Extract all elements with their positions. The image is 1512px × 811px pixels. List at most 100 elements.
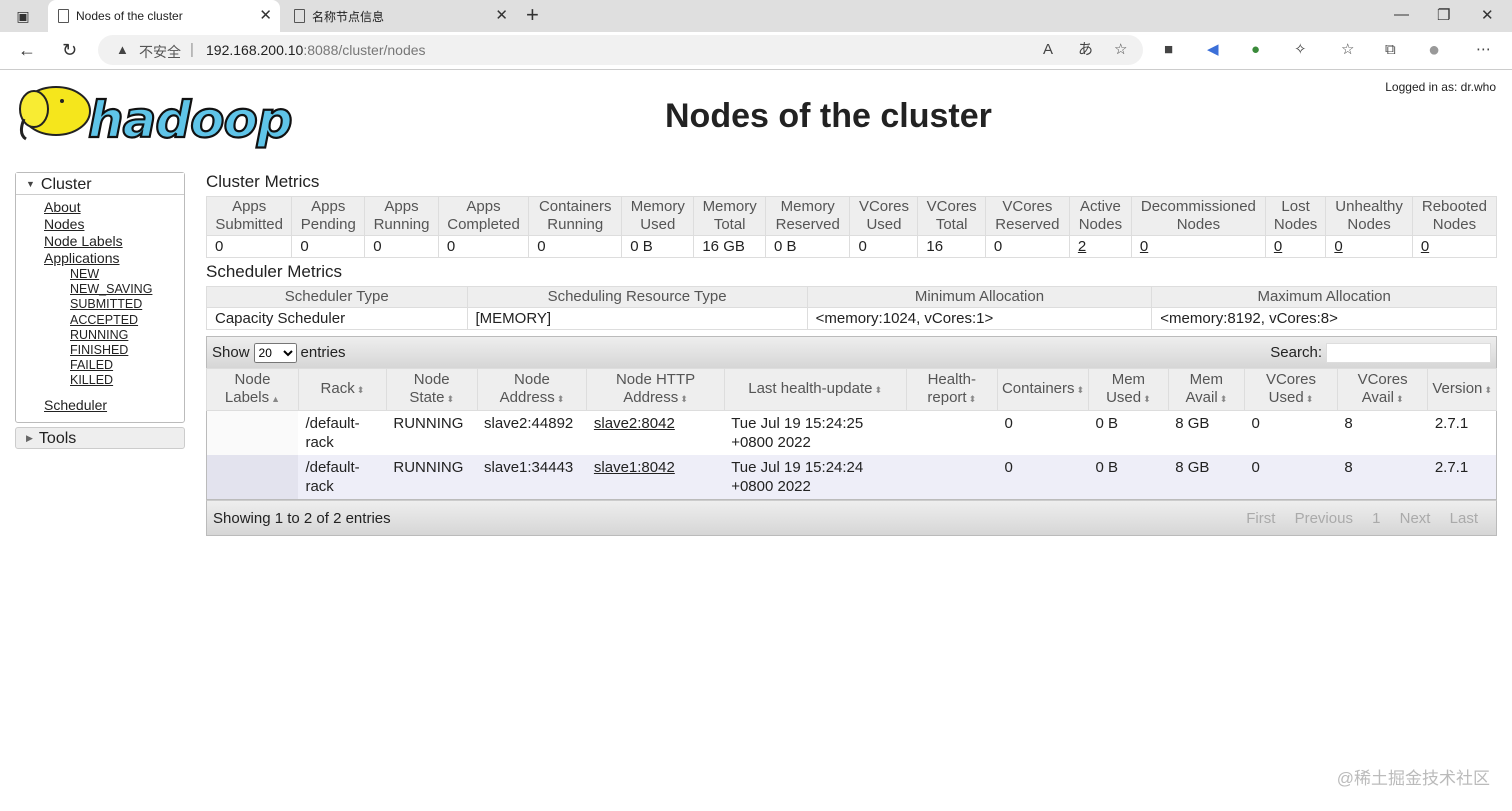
security-label[interactable]: 不安全	[139, 42, 181, 62]
collections-icon[interactable]: ⧉	[1385, 40, 1396, 60]
cluster-panel: ▼ Cluster About Nodes Node Labels Applica…	[15, 172, 185, 423]
cell-state: RUNNING	[386, 410, 478, 455]
app-state-new-saving[interactable]: NEW_SAVING	[70, 282, 184, 297]
audio-extension-icon[interactable]: ◀	[1207, 40, 1219, 60]
nodes-column-header[interactable]: Node State ⬍	[385, 368, 478, 411]
nodes-column-header[interactable]: Mem Used ⬍	[1088, 368, 1169, 411]
url-host: 192.168.200.10	[206, 42, 304, 58]
pager-previous[interactable]: Previous	[1295, 510, 1353, 527]
warning-icon[interactable]: ▲	[116, 42, 129, 57]
extension-icon[interactable]: ■	[1164, 40, 1173, 60]
cluster-metric-value: 0	[984, 235, 1070, 258]
nodes-column-header[interactable]: VCores Avail ⬍	[1336, 368, 1429, 411]
profile-avatar[interactable]: ●	[1428, 40, 1440, 60]
pager-first[interactable]: First	[1246, 510, 1275, 527]
extensions-icon[interactable]: ✧	[1294, 40, 1307, 60]
search-input[interactable]	[1326, 343, 1491, 363]
nodes-column-header[interactable]: Rack ⬍	[297, 368, 387, 411]
cluster-metric-header: VCores Total	[917, 196, 986, 236]
sidebar-link-about[interactable]: About	[44, 199, 184, 216]
cell-rack: /default-rack	[298, 455, 387, 500]
sidebar-link-node-labels[interactable]: Node Labels	[44, 233, 184, 250]
cluster-metric-link[interactable]: 0	[1421, 238, 1429, 255]
nodes-column-header[interactable]: VCores Used ⬍	[1244, 368, 1338, 411]
cluster-metric-header: Decommissioned Nodes	[1130, 196, 1266, 236]
sidebar-link-applications[interactable]: Applications	[44, 250, 184, 267]
node-http-link[interactable]: slave2:8042	[594, 415, 675, 432]
cell-vcores-used: 0	[1244, 455, 1338, 500]
read-aloud-icon[interactable]: A	[1043, 40, 1053, 60]
cluster-metric-value: 0	[364, 235, 439, 258]
translate-icon[interactable]: あ	[1078, 40, 1093, 60]
refresh-icon[interactable]: ↻	[62, 40, 77, 60]
more-menu-icon[interactable]: ⋯	[1476, 40, 1491, 60]
cell-mem-avail: 8 GB	[1168, 455, 1245, 500]
close-tab-icon[interactable]: ✕	[259, 8, 272, 23]
app-states-list: NEW NEW_SAVING SUBMITTED ACCEPTED RUNNIN…	[44, 267, 184, 389]
cluster-metric-link[interactable]: 0	[1140, 238, 1148, 255]
tab-actions-icon[interactable]: ▣	[14, 7, 32, 25]
nodes-column-header[interactable]: Containers ⬍	[996, 368, 1090, 411]
app-state-failed[interactable]: FAILED	[70, 358, 184, 373]
scheduler-metrics-table: Scheduler Type Scheduling Resource Type Mi…	[206, 286, 1497, 330]
expanded-triangle-icon: ▼	[26, 179, 35, 189]
close-tab-icon[interactable]: ✕	[495, 8, 508, 23]
table-controls-top: Show 20 entries Search:	[206, 336, 1497, 368]
globe-extension-icon[interactable]: ●	[1251, 40, 1260, 60]
app-state-running[interactable]: RUNNING	[70, 328, 184, 343]
page-size-select[interactable]: 20	[253, 342, 297, 363]
app-state-finished[interactable]: FINISHED	[70, 343, 184, 358]
cell-mem-used: 0 B	[1088, 410, 1169, 455]
add-favorite-icon[interactable]: ☆	[1114, 40, 1127, 60]
nodes-column-header[interactable]: Health-report ⬍	[905, 368, 998, 411]
nodes-column-header[interactable]: Node Labels ▲	[206, 368, 299, 411]
back-icon[interactable]: ←	[18, 40, 36, 60]
pager-next[interactable]: Next	[1400, 510, 1431, 527]
scheduler-metric-value: Capacity Scheduler	[206, 307, 468, 330]
collapsed-triangle-icon: ▶	[26, 432, 33, 443]
tools-panel-header[interactable]: ▶ Tools	[15, 426, 185, 449]
nodes-column-header[interactable]: Mem Avail ⬍	[1167, 368, 1246, 411]
favorites-icon[interactable]: ☆	[1341, 40, 1354, 60]
sidebar-link-scheduler[interactable]: Scheduler	[44, 397, 184, 414]
cluster-metric-link[interactable]: 2	[1078, 238, 1086, 255]
cell-state: RUNNING	[386, 455, 478, 500]
cluster-metric-value: 0	[1264, 235, 1327, 258]
scheduler-metric-value: [MEMORY]	[466, 307, 808, 330]
column-label: Node Address	[499, 371, 555, 406]
sidebar-link-nodes[interactable]: Nodes	[44, 216, 184, 233]
app-state-accepted[interactable]: ACCEPTED	[70, 313, 184, 328]
nodes-column-header[interactable]: Node Address ⬍	[476, 368, 588, 411]
minimize-icon[interactable]: —	[1394, 6, 1409, 23]
restore-icon[interactable]: ❐	[1437, 6, 1450, 24]
cell-containers: 0	[997, 455, 1089, 500]
cell-vcores-used: 0	[1244, 410, 1338, 455]
nodes-column-header[interactable]: Last health-update ⬍	[723, 368, 907, 411]
cluster-metric-value: 0	[1325, 235, 1413, 258]
close-window-icon[interactable]: ✕	[1481, 6, 1494, 24]
cell-mem-avail: 8 GB	[1168, 410, 1245, 455]
cluster-metric-value: 0	[437, 235, 530, 258]
app-state-new[interactable]: NEW	[70, 267, 184, 282]
cluster-panel-header[interactable]: ▼ Cluster	[16, 173, 184, 195]
nodes-column-header[interactable]: Node HTTP Address ⬍	[586, 368, 725, 411]
tab-namenode-info[interactable]: 名称节点信息 ✕	[284, 0, 516, 32]
cluster-metric-header: Rebooted Nodes	[1411, 196, 1498, 236]
app-state-submitted[interactable]: SUBMITTED	[70, 297, 184, 312]
cluster-metric-header: Memory Used	[621, 196, 695, 236]
scheduler-metric-header: Scheduler Type	[206, 286, 468, 308]
cluster-metric-link[interactable]: 0	[1334, 238, 1342, 255]
tab-nodes-of-cluster[interactable]: Nodes of the cluster ✕	[48, 0, 280, 32]
pager-last[interactable]: Last	[1450, 510, 1478, 527]
app-state-killed[interactable]: KILLED	[70, 373, 184, 388]
pagination: First Previous 1 Next Last	[1234, 510, 1478, 527]
url-text[interactable]: 192.168.200.10:8088/cluster/nodes	[206, 42, 426, 58]
sort-both-icon: ⬍	[446, 394, 454, 404]
new-tab-icon[interactable]: +	[526, 4, 539, 26]
nodes-column-header[interactable]: Version ⬍	[1427, 368, 1497, 411]
cluster-metric-link[interactable]: 0	[1274, 238, 1282, 255]
column-label: Version	[1432, 380, 1483, 397]
pager-page-1[interactable]: 1	[1372, 510, 1380, 527]
node-http-link[interactable]: slave1:8042	[594, 459, 675, 476]
cell-rack: /default-rack	[298, 410, 387, 455]
